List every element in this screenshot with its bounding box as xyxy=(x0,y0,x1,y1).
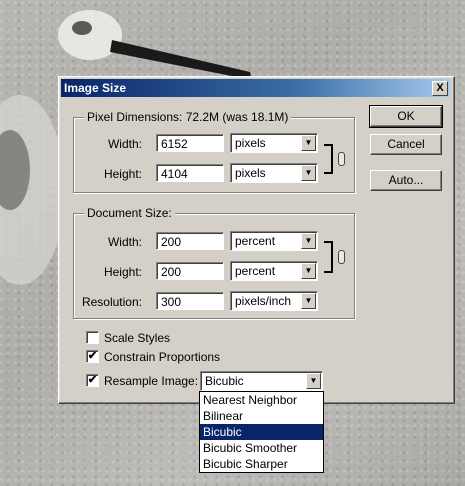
doc-height-input[interactable]: 200 xyxy=(156,262,224,280)
chain-link-icon xyxy=(338,250,345,264)
resample-method-value: Bicubic xyxy=(205,374,244,388)
pixel-height-label: Height: xyxy=(103,167,142,181)
ok-button[interactable]: OK xyxy=(369,105,443,128)
chevron-down-icon[interactable]: ▼ xyxy=(301,135,316,151)
chevron-down-icon[interactable]: ▼ xyxy=(306,373,321,389)
link-bracket xyxy=(324,144,333,174)
pixel-height-input[interactable]: 4104 xyxy=(156,164,224,182)
resolution-unit-select[interactable]: pixels/inch ▼ xyxy=(230,291,318,311)
chain-link-icon xyxy=(338,152,345,166)
resample-method-select[interactable]: Bicubic ▼ xyxy=(200,371,323,391)
doc-width-label: Width: xyxy=(107,235,142,249)
resample-image-checkbox[interactable]: ✔ xyxy=(86,374,99,387)
dialog-title: Image Size xyxy=(64,81,127,95)
resample-image-label: Resample Image: xyxy=(104,374,199,388)
menu-option-bicubic[interactable]: Bicubic xyxy=(200,424,323,440)
constrain-proportions-label: Constrain Proportions xyxy=(104,350,221,364)
chevron-down-icon[interactable]: ▼ xyxy=(301,293,316,309)
resolution-unit-value: pixels/inch xyxy=(235,294,292,308)
pixel-height-unit-select[interactable]: pixels ▼ xyxy=(230,163,318,183)
resolution-label: Resolution: xyxy=(81,295,142,309)
chevron-down-icon[interactable]: ▼ xyxy=(301,233,316,249)
doc-height-unit-select[interactable]: percent ▼ xyxy=(230,261,318,281)
cancel-button[interactable]: Cancel xyxy=(370,134,442,155)
scale-styles-checkbox[interactable] xyxy=(86,331,99,344)
doc-width-unit-select[interactable]: percent ▼ xyxy=(230,231,318,251)
menu-option-bicubic-sharper[interactable]: Bicubic Sharper xyxy=(200,456,323,472)
doc-height-unit-value: percent xyxy=(235,264,276,278)
title-bar[interactable]: Image Size X xyxy=(61,79,450,97)
close-icon[interactable]: X xyxy=(432,81,448,96)
menu-option-nearest-neighbor[interactable]: Nearest Neighbor xyxy=(200,392,323,408)
resample-method-menu: Nearest Neighbor Bilinear Bicubic Bicubi… xyxy=(199,391,324,473)
menu-option-bilinear[interactable]: Bilinear xyxy=(200,408,323,424)
document-size-legend: Document Size: xyxy=(84,206,175,220)
doc-width-unit-value: percent xyxy=(235,234,276,248)
auto-button[interactable]: Auto... xyxy=(370,170,442,191)
doc-width-input[interactable]: 200 xyxy=(156,232,224,250)
pixel-dimensions-legend: Pixel Dimensions: 72.2M (was 18.1M) xyxy=(84,110,292,124)
pixel-width-unit-value: pixels xyxy=(235,136,266,150)
pixel-height-unit-value: pixels xyxy=(235,166,266,180)
image-size-dialog: Image Size X Pixel Dimensions: 72.2M (wa… xyxy=(58,76,455,404)
pixel-width-input[interactable]: 6152 xyxy=(156,134,224,152)
chevron-down-icon[interactable]: ▼ xyxy=(301,263,316,279)
pixel-width-label: Width: xyxy=(107,137,142,151)
resolution-input[interactable]: 300 xyxy=(156,292,224,310)
menu-option-bicubic-smoother[interactable]: Bicubic Smoother xyxy=(200,440,323,456)
scale-styles-label: Scale Styles xyxy=(104,331,171,345)
link-bracket xyxy=(324,241,333,273)
chevron-down-icon[interactable]: ▼ xyxy=(301,165,316,181)
pixel-width-unit-select[interactable]: pixels ▼ xyxy=(230,133,318,153)
doc-height-label: Height: xyxy=(103,265,142,279)
constrain-proportions-checkbox[interactable]: ✔ xyxy=(86,350,99,363)
